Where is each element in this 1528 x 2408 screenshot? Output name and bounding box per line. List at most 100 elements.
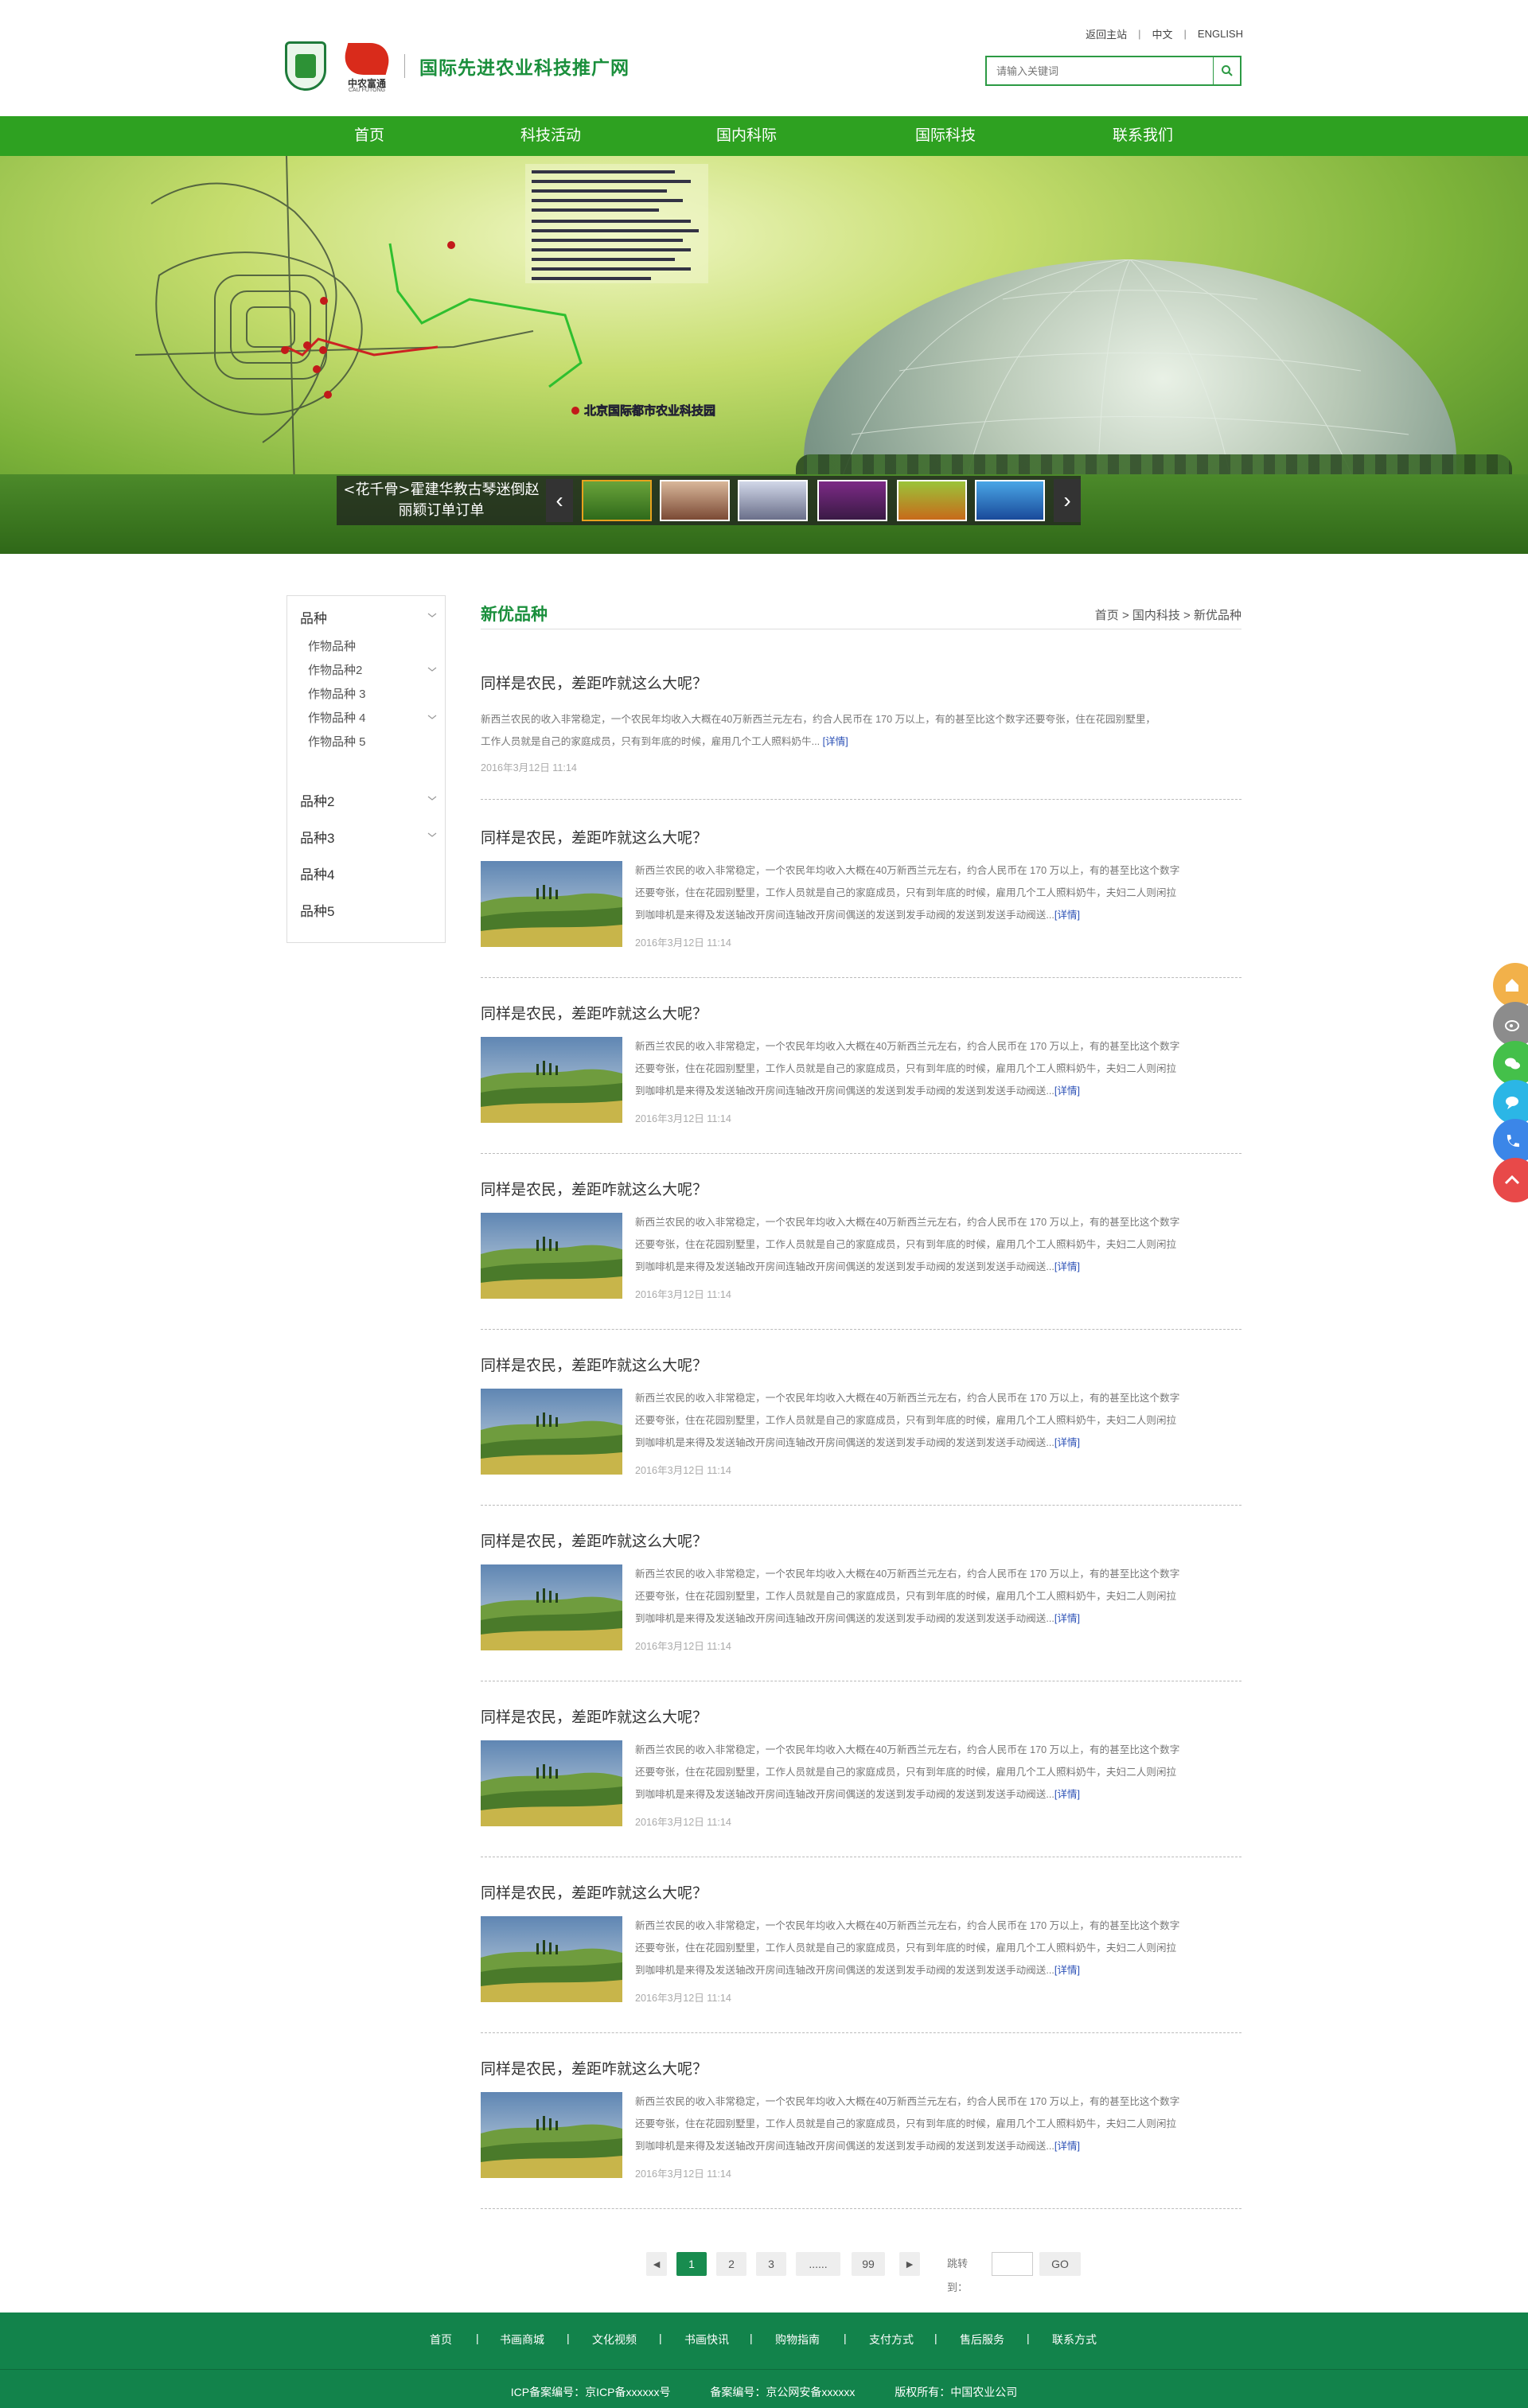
wechat-icon [1505, 1058, 1520, 1070]
site-header: 中农富通 CAU FUTONG 国际先进农业科技推广网 返回主站 | 中文 | … [0, 0, 1528, 116]
search-input[interactable] [987, 57, 1213, 84]
read-more-link[interactable]: [详情] [1054, 910, 1080, 921]
search-button[interactable] [1213, 57, 1240, 84]
sidebar-category-2[interactable]: 品种2 [300, 790, 334, 810]
banner-caption[interactable]: <花千骨>霍建华教古琴迷倒赵丽颖订单订单 [337, 476, 546, 525]
phone-float-button[interactable] [1493, 1119, 1528, 1163]
chevron-down-icon[interactable] [427, 610, 437, 620]
search-icon [1221, 65, 1233, 76]
go-button[interactable]: GO [1039, 2252, 1081, 2276]
sidebar-category-5[interactable]: 品种5 [300, 900, 334, 920]
message-float-button[interactable] [1493, 1080, 1528, 1124]
sidebar-sub-item[interactable]: 作物品种 3 [308, 685, 366, 702]
read-more-link[interactable]: [详情] [1054, 1965, 1080, 1976]
logo-group[interactable]: 中农富通 CAU FUTONG 国际先进农业科技推广网 [285, 40, 630, 93]
thumbnail-3[interactable] [738, 480, 808, 521]
article-date: 2016年3月12日 11:14 [635, 1465, 731, 1476]
nav-home[interactable]: 首页 [306, 116, 433, 156]
article-summary: 新西兰农民的收入非常稳定，一个农民年均收入大概在40万新西兰元左右，约合人民币在… [635, 1393, 1180, 1448]
chevron-down-icon[interactable] [427, 793, 437, 803]
prev-page-button[interactable]: ◄ [646, 2252, 667, 2276]
article-title[interactable]: 同样是农民，差距咋就这么大呢？ [481, 1705, 707, 1727]
thumbnail-6[interactable] [975, 480, 1045, 521]
page-button-active[interactable]: 1 [676, 2252, 707, 2276]
footer-link[interactable]: 售后服务 [960, 2332, 1004, 2348]
read-more-link[interactable]: [详情] [1054, 1437, 1080, 1448]
footer-link[interactable]: 联系方式 [1052, 2332, 1097, 2348]
landscape-image [481, 861, 622, 947]
sidebar-sub-item[interactable]: 作物品种 [308, 637, 356, 654]
article-thumbnail[interactable] [481, 861, 622, 947]
chevron-down-icon[interactable] [427, 830, 437, 840]
next-page-button[interactable]: ► [899, 2252, 920, 2276]
nav-domestic[interactable]: 国内科际 [683, 116, 810, 156]
nav-tech-activity[interactable]: 科技活动 [487, 116, 614, 156]
article-summary: 新西兰农民的收入非常稳定，一个农民年均收入大概在40万新西兰元左右，约合人民币在… [635, 865, 1180, 921]
sidebar-sub-item[interactable]: 作物品种 4 [308, 709, 366, 726]
thumb-prev-arrow-icon[interactable]: ‹ [546, 479, 573, 522]
article-thumbnail[interactable] [481, 1037, 622, 1123]
nav-international[interactable]: 国际科技 [882, 116, 1009, 156]
thumbnail-5[interactable] [897, 480, 967, 521]
article-thumbnail[interactable] [481, 1916, 622, 2002]
thumbnail-4[interactable] [817, 480, 887, 521]
footer-links: 首页 书画商城 文化视频 书画快讯 购物指南 支付方式 售后服务 联系方式 | | | | | | | [0, 2313, 1528, 2369]
article-title[interactable]: 同样是农民，差距咋就这么大呢？ [481, 672, 707, 693]
article-title[interactable]: 同样是农民，差距咋就这么大呢？ [481, 1178, 707, 1199]
article-thumbnail[interactable] [481, 2092, 622, 2178]
footer-link-separator: | [750, 2332, 753, 2344]
read-more-link[interactable]: [详情] [1054, 1613, 1080, 1624]
article-thumbnail[interactable] [481, 1213, 622, 1299]
page-button[interactable]: 99 [852, 2252, 885, 2276]
footer-link[interactable]: 支付方式 [869, 2332, 914, 2348]
link-chinese[interactable]: 中文 [1152, 26, 1173, 41]
article-title[interactable]: 同样是农民，差距咋就这么大呢？ [481, 1002, 707, 1023]
footer-link[interactable]: 购物指南 [775, 2332, 820, 2348]
article-title[interactable]: 同样是农民，差距咋就这么大呢？ [481, 2057, 707, 2079]
read-more-link[interactable]: [详情] [1054, 2141, 1080, 2152]
thumb-next-arrow-icon[interactable]: › [1054, 479, 1081, 522]
article-title[interactable]: 同样是农民，差距咋就这么大呢？ [481, 826, 707, 847]
read-more-link[interactable]: [详情] [1054, 1261, 1080, 1272]
chevron-down-icon[interactable] [427, 664, 437, 674]
top-arrow-float-button[interactable] [1493, 1158, 1528, 1202]
sidebar-sub-item[interactable]: 作物品种 5 [308, 733, 366, 750]
article-title[interactable]: 同样是农民，差距咋就这么大呢？ [481, 1881, 707, 1903]
footer-link[interactable]: 首页 [430, 2332, 452, 2348]
hero-banner[interactable]: 北京国际都市农业科技园 <花千骨>霍建华教古琴迷倒赵丽颖订单订单 ‹ › [0, 156, 1528, 554]
read-more-link[interactable]: [详情] [1054, 1085, 1080, 1097]
read-more-link[interactable]: [详情] [823, 736, 848, 747]
main-nav: 首页 科技活动 国内科际 国际科技 联系我们 [0, 116, 1528, 156]
read-more-link[interactable]: [详情] [1054, 1789, 1080, 1800]
wechat-float-button[interactable] [1493, 1041, 1528, 1085]
footer-link[interactable]: 书画商城 [500, 2332, 544, 2348]
link-main-site[interactable]: 返回主站 [1086, 26, 1127, 41]
article-thumbnail[interactable] [481, 1389, 622, 1475]
article-title[interactable]: 同样是农民，差距咋就这么大呢？ [481, 1354, 707, 1375]
thumbnail-1[interactable] [582, 480, 652, 521]
chevron-down-icon[interactable] [427, 712, 437, 722]
sidebar-sub-item[interactable]: 作物品种2 [308, 661, 362, 678]
jump-page-input[interactable] [992, 2252, 1033, 2276]
footer-link[interactable]: 文化视频 [592, 2332, 637, 2348]
link-english[interactable]: ENGLISH [1198, 28, 1243, 40]
home-float-button[interactable] [1493, 963, 1528, 1007]
article-thumbnail[interactable] [481, 1564, 622, 1650]
page-button[interactable]: 3 [756, 2252, 786, 2276]
thumbnail-2[interactable] [660, 480, 730, 521]
breadcrumb[interactable]: 首页 > 国内科技 > 新优品种 [1095, 606, 1242, 623]
sidebar-category-4[interactable]: 品种4 [300, 863, 334, 883]
nav-contact[interactable]: 联系我们 [1079, 116, 1206, 156]
police-record-text: 备案编号：京公网安备xxxxxx [710, 2386, 856, 2398]
page-button[interactable]: 2 [716, 2252, 746, 2276]
article-date: 2016年3月12日 11:14 [635, 1289, 731, 1300]
footer-link-separator: | [1027, 2332, 1030, 2344]
article-date: 2016年3月12日 11:14 [635, 1993, 731, 2004]
sidebar-category-1[interactable]: 品种 [300, 607, 327, 627]
footer-link[interactable]: 书画快讯 [684, 2332, 729, 2348]
sidebar-category-3[interactable]: 品种3 [300, 827, 334, 847]
article-thumbnail[interactable] [481, 1740, 622, 1826]
article-title[interactable]: 同样是农民，差距咋就这么大呢？ [481, 1529, 707, 1551]
park-label: 北京国际都市农业科技园 [584, 403, 715, 418]
weibo-float-button[interactable] [1493, 1002, 1528, 1046]
